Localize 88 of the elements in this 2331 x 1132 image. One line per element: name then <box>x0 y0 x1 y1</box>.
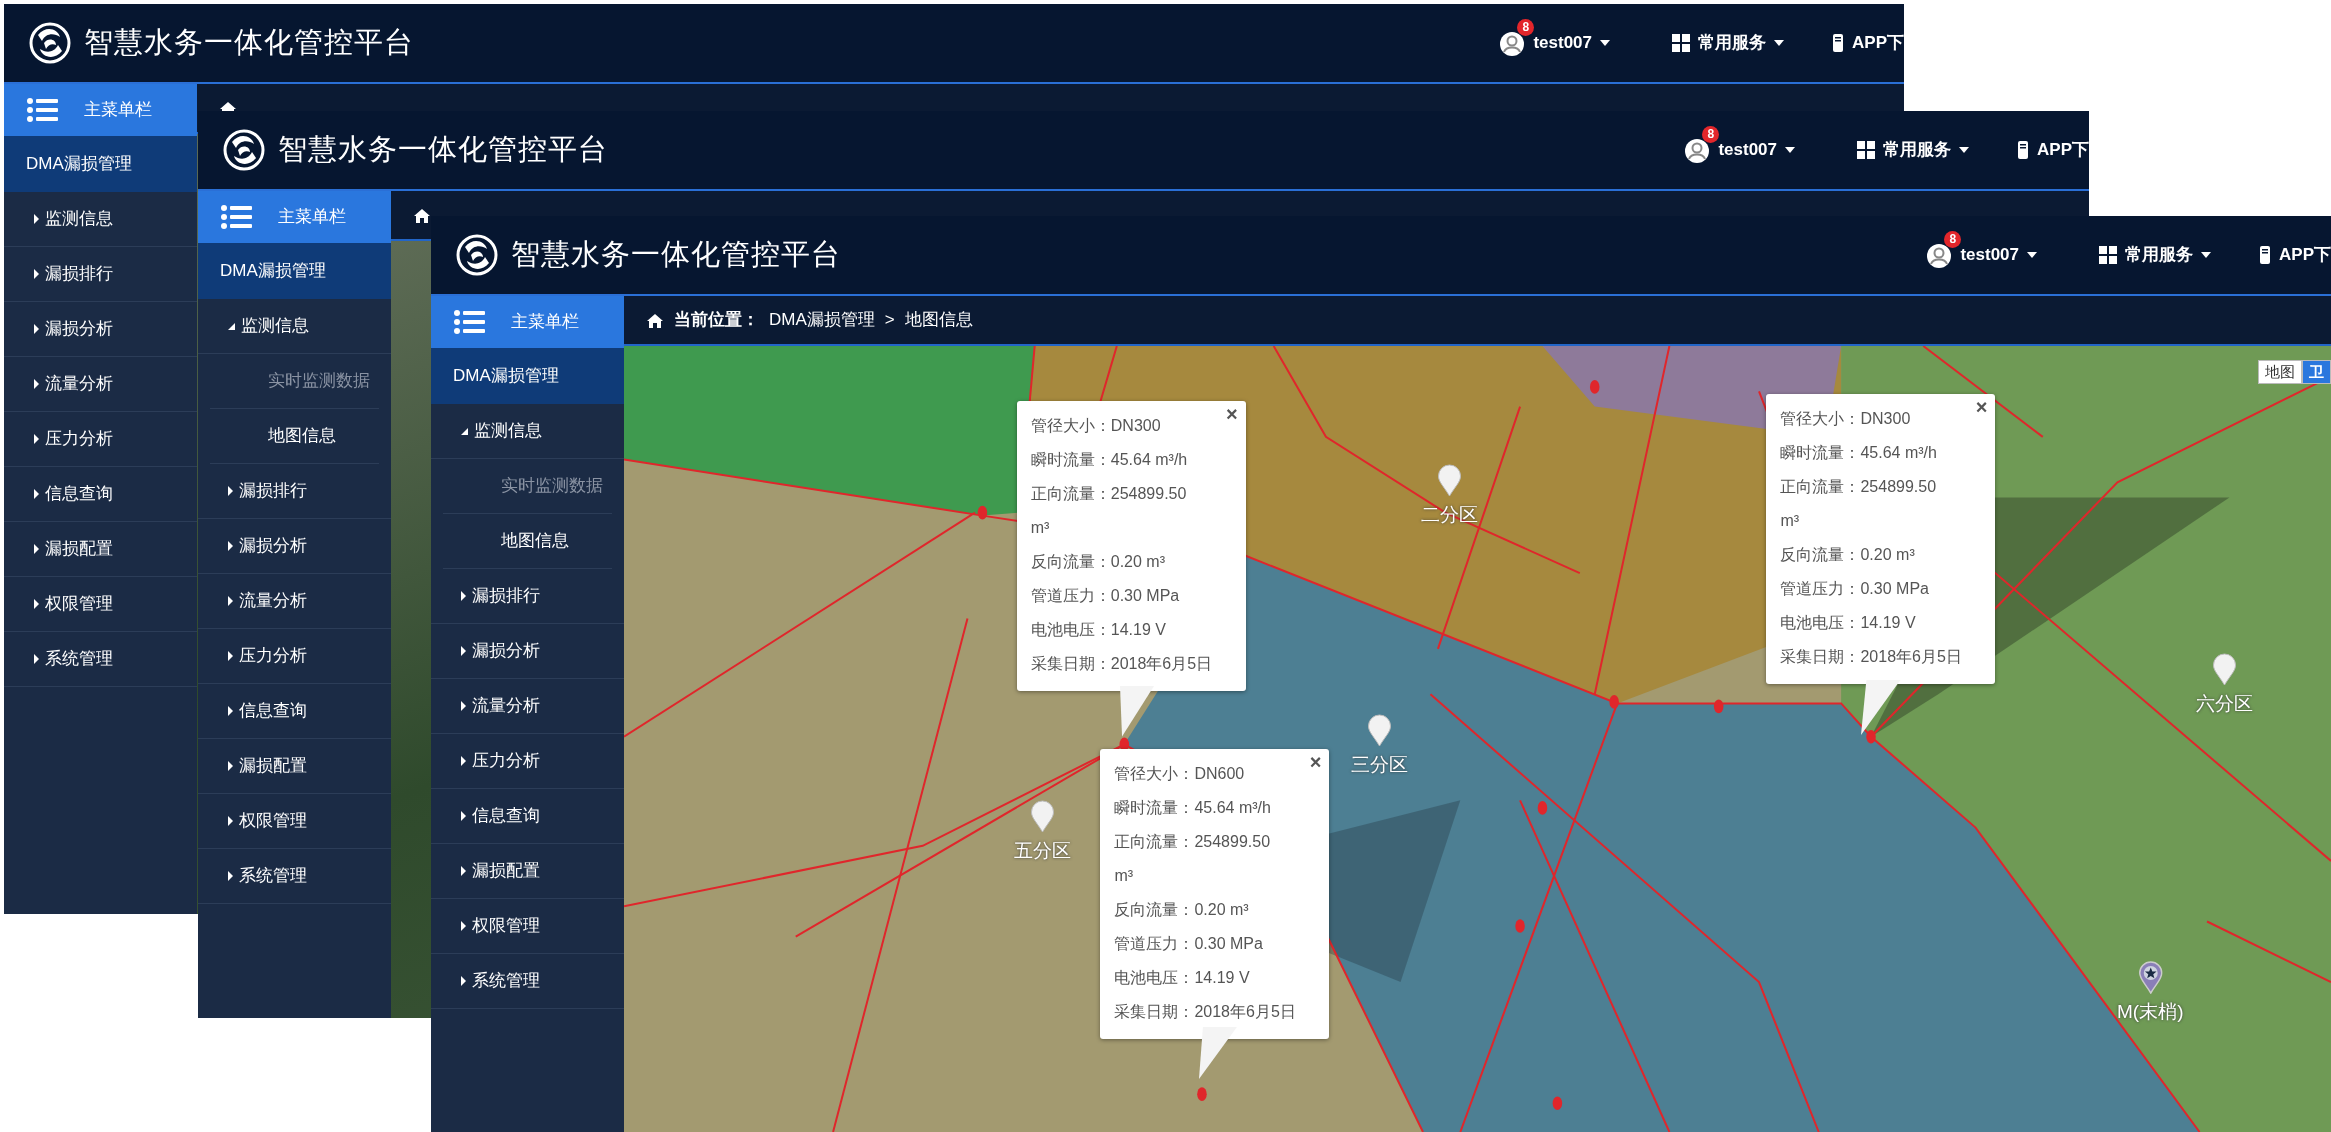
popup-text: 正向流量：254899.50 m³ <box>1030 483 1188 538</box>
place-label: 五分区 <box>1013 839 1071 864</box>
sidebar-subitem[interactable]: 实时监测数据 <box>443 459 612 514</box>
caret-icon <box>2027 252 2038 258</box>
phone-icon <box>2017 141 2030 159</box>
breadcrumb-label: 当前位置： <box>674 309 759 332</box>
sidebar-subitem[interactable]: 地图信息 <box>443 514 612 569</box>
popup-text: 瞬时流量：45.64 m³/h <box>1114 797 1272 818</box>
popup-text: 采集日期：2018年6月5日 <box>1780 647 1962 668</box>
notification-badge: 8 <box>1517 19 1535 36</box>
map-type-button[interactable]: 地图 <box>2258 360 2302 384</box>
map-pin-icon <box>1367 714 1392 747</box>
menu-icon <box>220 204 252 230</box>
place-label: M(末梢) <box>2117 999 2184 1024</box>
menu-icon <box>453 309 485 335</box>
popup-text: 正向流量：254899.50 m³ <box>1780 477 1938 532</box>
popup-text: 电池电压：14.19 V <box>1780 613 1917 634</box>
logo-icon <box>222 128 266 172</box>
map-pin-icon <box>1437 464 1462 498</box>
notification-badge: 8 <box>1944 231 1962 248</box>
sidebar-subitem[interactable]: 地图信息 <box>210 409 379 464</box>
map-pin-icon <box>1030 800 1055 834</box>
app-title: 智慧水务一体化管控平台 <box>511 237 841 273</box>
caret-icon <box>2201 252 2212 258</box>
home-icon <box>413 206 431 224</box>
place-label: 三分区 <box>1351 753 1409 777</box>
breadcrumb-item[interactable]: DMA漏损管理 <box>769 307 875 333</box>
grid-icon <box>1672 34 1691 52</box>
popup-text: 采集日期：2018年6月5日 <box>1030 653 1213 674</box>
popup-text: 管道压力：0.30 MPa <box>1114 933 1264 954</box>
user-avatar-icon <box>1926 242 1953 269</box>
popup-text: 正向流量：254899.50 m³ <box>1114 831 1272 886</box>
grid-icon <box>2099 246 2118 264</box>
services-menu[interactable]: 常用服务 <box>1883 137 1952 163</box>
popup-text: 管道压力：0.30 MPa <box>1780 579 1930 600</box>
app-title: 智慧水务一体化管控平台 <box>84 25 414 61</box>
breadcrumb-item: 地图信息 <box>904 309 973 332</box>
grid-icon <box>1857 141 1876 159</box>
user-menu[interactable]: test007 <box>1960 242 2020 268</box>
popup-text: 瞬时流量：45.64 m³/h <box>1030 449 1189 470</box>
caret-icon <box>1774 40 1785 46</box>
app-download-link[interactable]: APP下 <box>2037 137 2089 163</box>
close-button[interactable]: × <box>1309 750 1322 773</box>
close-button[interactable]: × <box>1975 396 1988 419</box>
phone-icon <box>1832 34 1845 52</box>
home-icon <box>646 311 664 329</box>
place-label: 六分区 <box>2196 692 2254 717</box>
caret-icon <box>1785 147 1796 153</box>
popup-text: 反向流量：0.20 m³ <box>1780 545 1916 566</box>
user-menu[interactable]: test007 <box>1533 30 1593 56</box>
breadcrumb-separator: > <box>884 309 895 332</box>
caret-icon <box>1600 40 1611 46</box>
popup-text: 反向流量：0.20 m³ <box>1114 899 1250 920</box>
sidebar-heading: 主菜单栏 <box>511 311 579 334</box>
map-pin-icon <box>2212 653 2237 687</box>
popup-text: 电池电压：14.19 V <box>1030 619 1167 640</box>
user-menu[interactable]: test007 <box>1718 137 1778 163</box>
notification-badge: 8 <box>1702 126 1720 143</box>
sidebar-section[interactable]: DMA漏损管理 <box>4 136 197 192</box>
phone-icon <box>2259 246 2272 264</box>
sidebar-section[interactable]: DMA漏损管理 <box>431 348 624 404</box>
popup-text: 管径大小：DN300 <box>1780 409 1912 430</box>
caret-icon <box>1959 147 1970 153</box>
app-download-link[interactable]: APP下 <box>2279 242 2331 268</box>
app-title: 智慧水务一体化管控平台 <box>278 132 608 168</box>
user-avatar-icon <box>1499 30 1526 57</box>
sidebar-heading: 主菜单栏 <box>278 206 346 229</box>
popup-text: 瞬时流量：45.64 m³/h <box>1780 443 1938 464</box>
sidebar-heading: 主菜单栏 <box>84 99 152 122</box>
logo-icon <box>455 233 499 277</box>
logo-icon <box>28 21 72 65</box>
app-download-link[interactable]: APP下 <box>1852 30 1904 56</box>
popup-text: 管径大小：DN600 <box>1114 763 1246 784</box>
popup-text: 电池电压：14.19 V <box>1114 967 1251 988</box>
popup-text: 反向流量：0.20 m³ <box>1030 551 1166 572</box>
user-avatar-icon <box>1684 137 1711 164</box>
map-type-button[interactable]: 卫 <box>2302 360 2331 384</box>
menu-icon <box>26 97 58 123</box>
close-button[interactable]: × <box>1226 402 1238 425</box>
star-pin-icon <box>2138 960 2163 994</box>
place-label: 二分区 <box>1421 503 1479 528</box>
services-menu[interactable]: 常用服务 <box>2125 242 2194 268</box>
popup-text: 管道压力：0.30 MPa <box>1030 585 1181 606</box>
services-menu[interactable]: 常用服务 <box>1698 30 1767 56</box>
sidebar-subitem[interactable]: 实时监测数据 <box>210 354 379 409</box>
popup-text: 管径大小：DN300 <box>1030 415 1162 436</box>
sidebar-section[interactable]: DMA漏损管理 <box>198 243 391 299</box>
popup-text: 采集日期：2018年6月5日 <box>1114 1001 1296 1022</box>
